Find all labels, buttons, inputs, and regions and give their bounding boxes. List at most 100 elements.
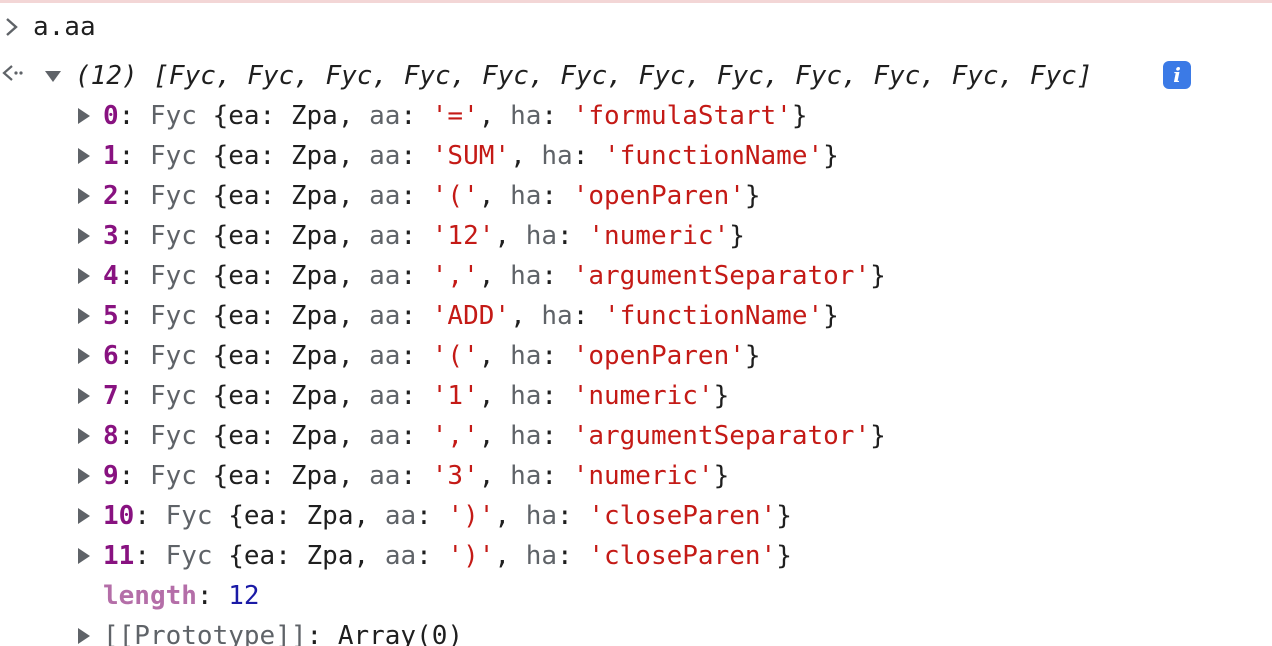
- entry-ha-value: 'formulaStart': [572, 101, 792, 131]
- entry-open-brace: {: [196, 461, 229, 491]
- expand-triangle-icon[interactable]: [76, 426, 92, 446]
- entry-ha-value: 'numeric': [572, 381, 714, 411]
- entry-index: 6: [103, 341, 119, 371]
- entry-colon: :: [400, 181, 432, 211]
- array-entry-row[interactable]: 4: Fyc {ea: Zpa, aa: ',', ha: 'argumentS…: [103, 256, 886, 296]
- entry-colon: :: [416, 501, 448, 531]
- array-entry-row[interactable]: 7: Fyc {ea: Zpa, aa: '1', ha: 'numeric'}: [103, 376, 729, 416]
- entry-class-name: Fyc: [149, 221, 197, 251]
- array-entry-row[interactable]: 5: Fyc {ea: Zpa, aa: 'ADD', ha: 'functio…: [103, 296, 839, 336]
- entry-index: 10: [103, 501, 135, 531]
- expand-triangle-icon[interactable]: [76, 266, 92, 286]
- entry-index: 3: [103, 221, 119, 251]
- entry-open-brace: {: [196, 101, 229, 131]
- result-return-icon: [2, 65, 23, 81]
- entry-aa-value: '1': [431, 381, 479, 411]
- entry-colon: :: [541, 461, 573, 491]
- expand-triangle-icon[interactable]: [76, 506, 92, 526]
- entry-ha-value: 'openParen': [572, 341, 745, 371]
- entry-open-brace: {: [196, 301, 229, 331]
- entry-key-ea: ea:: [228, 461, 291, 491]
- expand-triangle-icon[interactable]: [76, 306, 92, 326]
- array-entry-row[interactable]: 11: Fyc {ea: Zpa, aa: ')', ha: 'closePar…: [103, 536, 792, 576]
- array-entry-row[interactable]: 8: Fyc {ea: Zpa, aa: ',', ha: 'argumentS…: [103, 416, 886, 456]
- entry-open-brace: {: [196, 421, 229, 451]
- entry-class-name: Fyc: [149, 341, 197, 371]
- entry-ha-value: 'closeParen': [588, 541, 777, 571]
- entry-ea-value: Zpa: [306, 541, 354, 571]
- entry-key-aa: aa: [384, 541, 417, 571]
- expand-triangle-icon[interactable]: [76, 386, 92, 406]
- entry-close-brace: }: [744, 341, 761, 371]
- entry-close-brace: }: [776, 501, 792, 531]
- entry-aa-value: '=': [431, 101, 479, 131]
- entry-key-ea: ea:: [228, 181, 291, 211]
- entry-key-ha: ha: [510, 461, 542, 491]
- entry-close-brace: }: [713, 381, 730, 411]
- entry-key-ea: ea:: [243, 541, 307, 571]
- expand-triangle-icon[interactable]: [76, 186, 92, 206]
- entry-colon: :: [118, 461, 150, 491]
- console-input-expression: a.aa: [33, 12, 96, 42]
- entry-index: 2: [103, 181, 119, 211]
- array-entry-row[interactable]: 6: Fyc {ea: Zpa, aa: '(', ha: 'openParen…: [103, 336, 761, 376]
- entry-key-ea: ea:: [228, 301, 291, 331]
- expand-triangle-icon[interactable]: [76, 546, 92, 566]
- entry-class-name: Fyc: [149, 301, 197, 331]
- entry-key-ha: ha: [510, 181, 542, 211]
- entry-separator: ,: [478, 181, 511, 211]
- entry-index: 0: [103, 101, 119, 131]
- entry-separator: ,: [478, 421, 511, 451]
- entry-colon: :: [541, 381, 573, 411]
- expand-triangle-icon[interactable]: [76, 466, 92, 486]
- entry-open-brace: {: [196, 261, 229, 291]
- entry-aa-value: '3': [431, 461, 479, 491]
- collapse-triangle-icon[interactable]: [43, 66, 63, 86]
- entry-colon: :: [400, 421, 432, 451]
- entry-class-name: Fyc: [149, 181, 197, 211]
- entry-ea-value: Zpa: [290, 181, 338, 211]
- entry-key-ea: ea:: [228, 421, 291, 451]
- array-summary[interactable]: (12) [Fyc, Fyc, Fyc, Fyc, Fyc, Fyc, Fyc,…: [75, 56, 1092, 96]
- entry-key-aa: aa: [369, 381, 401, 411]
- entry-class-name: Fyc: [149, 381, 197, 411]
- entry-separator: ,: [494, 501, 526, 531]
- array-entry-row[interactable]: 10: Fyc {ea: Zpa, aa: ')', ha: 'closePar…: [103, 496, 792, 536]
- entry-ha-value: 'numeric': [572, 461, 714, 491]
- entry-colon: :: [416, 541, 448, 571]
- array-entry-row[interactable]: 1: Fyc {ea: Zpa, aa: 'SUM', ha: 'functio…: [103, 136, 839, 176]
- entry-colon: :: [118, 101, 150, 131]
- entry-open-brace: {: [212, 501, 244, 531]
- entry-colon: :: [134, 541, 166, 571]
- expand-triangle-icon[interactable]: [76, 146, 92, 166]
- entry-colon: :: [118, 301, 150, 331]
- entry-separator: ,: [494, 541, 526, 571]
- entry-index: 7: [103, 381, 119, 411]
- entry-class-name: Fyc: [165, 541, 213, 571]
- entry-colon: :: [400, 261, 432, 291]
- entry-ea-value: Zpa: [290, 141, 338, 171]
- array-entry-row[interactable]: 0: Fyc {ea: Zpa, aa: '=', ha: 'formulaSt…: [103, 96, 808, 136]
- entry-separator: ,: [337, 141, 370, 171]
- entry-colon: :: [118, 381, 150, 411]
- array-entry-row[interactable]: 2: Fyc {ea: Zpa, aa: '(', ha: 'openParen…: [103, 176, 761, 216]
- entry-ea-value: Zpa: [306, 501, 354, 531]
- prototype-property[interactable]: [[Prototype]]: Array(0): [103, 616, 463, 646]
- entry-index: 5: [103, 301, 119, 331]
- entry-close-brace: }: [823, 141, 839, 171]
- entry-separator: ,: [337, 221, 370, 251]
- info-icon[interactable]: i: [1163, 61, 1191, 89]
- entry-class-name: Fyc: [165, 501, 213, 531]
- entry-key-ea: ea:: [228, 261, 291, 291]
- entry-colon: :: [400, 381, 432, 411]
- entry-aa-value: '(': [431, 341, 479, 371]
- expand-triangle-icon[interactable]: [76, 106, 92, 126]
- expand-triangle-icon[interactable]: [76, 346, 92, 366]
- expand-triangle-icon[interactable]: [76, 626, 92, 646]
- expand-triangle-icon[interactable]: [76, 226, 92, 246]
- array-entry-row[interactable]: 3: Fyc {ea: Zpa, aa: '12', ha: 'numeric'…: [103, 216, 745, 256]
- array-entry-row[interactable]: 9: Fyc {ea: Zpa, aa: '3', ha: 'numeric'}: [103, 456, 729, 496]
- entry-separator: ,: [478, 381, 511, 411]
- entry-close-brace: }: [744, 181, 761, 211]
- entry-separator: ,: [337, 181, 370, 211]
